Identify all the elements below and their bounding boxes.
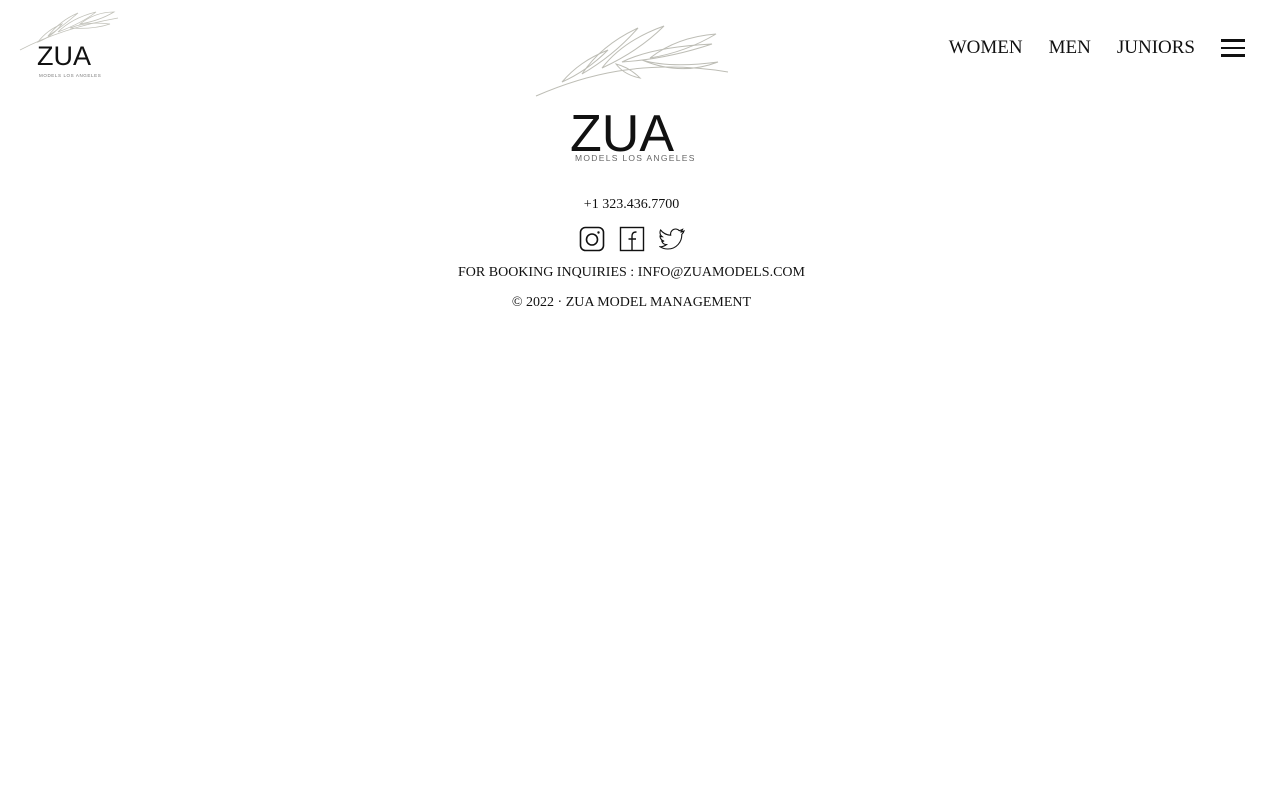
nav-item-juniors[interactable]: JUNIORS	[1117, 33, 1195, 63]
contact-footer: +1 323.436.7700 FOR BOOKING INQUIRIES : …	[0, 195, 1263, 312]
header-logo[interactable]: ZUA MODELS LOS ANGELES	[18, 8, 122, 84]
facebook-icon[interactable]	[619, 226, 645, 252]
hamburger-icon[interactable]	[1221, 34, 1245, 62]
nav-item-women[interactable]: WOMEN	[949, 33, 1023, 63]
menu-bar	[1221, 46, 1245, 50]
copyright-text: © 2022 · ZUA MODEL MANAGEMENT	[511, 295, 752, 310]
menu-bar	[1221, 39, 1245, 42]
menu-bar	[1221, 54, 1245, 57]
booking-label: FOR BOOKING INQUIRIES :	[458, 265, 635, 280]
twitter-icon[interactable]	[658, 226, 685, 252]
social-links	[0, 226, 1263, 252]
nav-item-men[interactable]: MEN	[1049, 33, 1091, 63]
email-link[interactable]: INFO@ZUAMODELS.COM	[638, 265, 805, 280]
phone-link[interactable]: +1 323.436.7700	[0, 195, 1263, 215]
logo-tagline: MODELS LOS ANGELES	[39, 73, 102, 78]
logo-wordmark: ZUA	[37, 41, 91, 71]
main-logo: ZUA MODELS LOS ANGELES	[532, 22, 732, 167]
olive-branch-icon	[535, 25, 729, 97]
instagram-icon[interactable]	[579, 226, 605, 252]
main-nav: WOMEN MEN JUNIORS	[923, 33, 1245, 63]
logo-tagline: MODELS LOS ANGELES	[575, 153, 696, 163]
page: ZUA MODELS LOS ANGELES WOMEN MEN JUNIORS	[0, 0, 1263, 808]
booking-line: FOR BOOKING INQUIRIES : INFO@ZUAMODELS.C…	[0, 264, 1263, 282]
